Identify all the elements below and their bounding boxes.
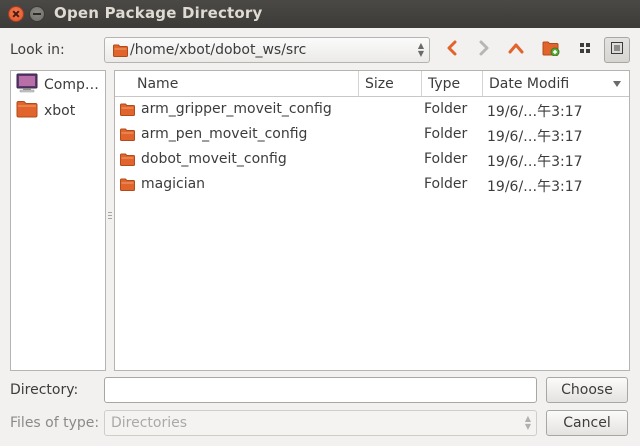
directory-input[interactable] <box>104 377 537 403</box>
minimize-window-button[interactable] <box>29 6 45 22</box>
look-in-label: Look in: <box>10 42 65 58</box>
file-name: arm_gripper_moveit_config <box>141 101 332 117</box>
files-of-type-label: Files of type: <box>10 415 100 431</box>
file-type: Folder <box>424 101 468 117</box>
icon-view-icon <box>578 41 592 59</box>
look-in-path: /home/xbot/dobot_ws/src <box>130 42 307 58</box>
window-title: Open Package Directory <box>54 4 263 22</box>
column-header-type[interactable]: Type <box>422 71 483 97</box>
files-of-type-combo[interactable]: Directories ▲ ▼ <box>104 410 537 436</box>
file-date: 19/6/…午3:17 <box>487 179 583 195</box>
forward-arrow-icon <box>477 40 491 60</box>
computer-icon <box>16 73 38 97</box>
table-row[interactable]: arm_pen_moveit_config Folder 19/6/…午3:17 <box>115 122 629 147</box>
combo-updown-icon: ▲ ▼ <box>417 41 424 58</box>
list-view-icon <box>610 41 624 59</box>
up-arrow-icon <box>507 41 525 59</box>
combo-updown-icon: ▲ ▼ <box>524 414 531 431</box>
file-list: Name Size Type Date Modifi arm_gripper_m… <box>114 70 630 371</box>
file-type: Folder <box>424 151 468 167</box>
column-header-label: Size <box>365 76 394 92</box>
file-date: 19/6/…午3:17 <box>487 104 583 120</box>
close-window-button[interactable] <box>8 6 24 22</box>
files-of-type-value: Directories <box>111 415 188 431</box>
column-header-date-modified[interactable]: Date Modifi <box>483 71 629 97</box>
title-bar: Open Package Directory <box>0 0 640 28</box>
column-header-label: Name <box>137 76 179 92</box>
new-folder-icon <box>542 40 560 60</box>
open-package-directory-dialog: Open Package Directory Look in: /home/xb… <box>0 0 640 446</box>
folder-icon <box>120 128 135 145</box>
list-view-button[interactable] <box>604 37 630 63</box>
column-header-label: Type <box>428 76 461 92</box>
column-header-size[interactable]: Size <box>359 71 422 97</box>
choose-button[interactable]: Choose <box>546 377 628 403</box>
sidebar-item-label: xbot <box>44 103 76 119</box>
look-in-combo[interactable]: /home/xbot/dobot_ws/src ▲ ▼ <box>104 37 430 63</box>
forward-button[interactable] <box>472 38 496 62</box>
file-name: dobot_moveit_config <box>141 151 287 167</box>
back-button[interactable] <box>440 38 464 62</box>
file-date: 19/6/…午3:17 <box>487 154 583 170</box>
places-sidebar: Comp… xbot <box>10 70 106 371</box>
sidebar-item-label: Comp… <box>44 77 99 93</box>
sidebar-item-computer[interactable]: Comp… <box>16 73 99 97</box>
column-header-label: Date Modifi <box>489 76 570 92</box>
folder-icon <box>120 103 135 120</box>
table-row[interactable]: magician Folder 19/6/…午3:17 <box>115 172 629 197</box>
folder-icon <box>120 153 135 170</box>
file-type: Folder <box>424 126 468 142</box>
home-folder-icon <box>16 100 38 122</box>
file-type: Folder <box>424 176 468 192</box>
directory-label: Directory: <box>10 382 79 398</box>
file-name: arm_pen_moveit_config <box>141 126 308 142</box>
sort-descending-icon <box>613 81 621 87</box>
file-date: 19/6/…午3:17 <box>487 129 583 145</box>
back-arrow-icon <box>445 40 459 60</box>
column-header-name[interactable]: Name <box>115 71 359 97</box>
folder-icon <box>120 178 135 195</box>
parent-directory-button[interactable] <box>504 38 528 62</box>
table-row[interactable]: dobot_moveit_config Folder 19/6/…午3:17 <box>115 147 629 172</box>
create-new-folder-button[interactable] <box>538 37 564 63</box>
cancel-button[interactable]: Cancel <box>546 410 628 436</box>
pane-splitter[interactable] <box>108 212 112 224</box>
file-name: magician <box>141 176 206 192</box>
folder-icon <box>113 44 128 61</box>
sidebar-item-xbot[interactable]: xbot <box>16 99 75 123</box>
table-row[interactable]: arm_gripper_moveit_config Folder 19/6/…午… <box>115 97 629 122</box>
icon-view-button[interactable] <box>572 37 598 63</box>
